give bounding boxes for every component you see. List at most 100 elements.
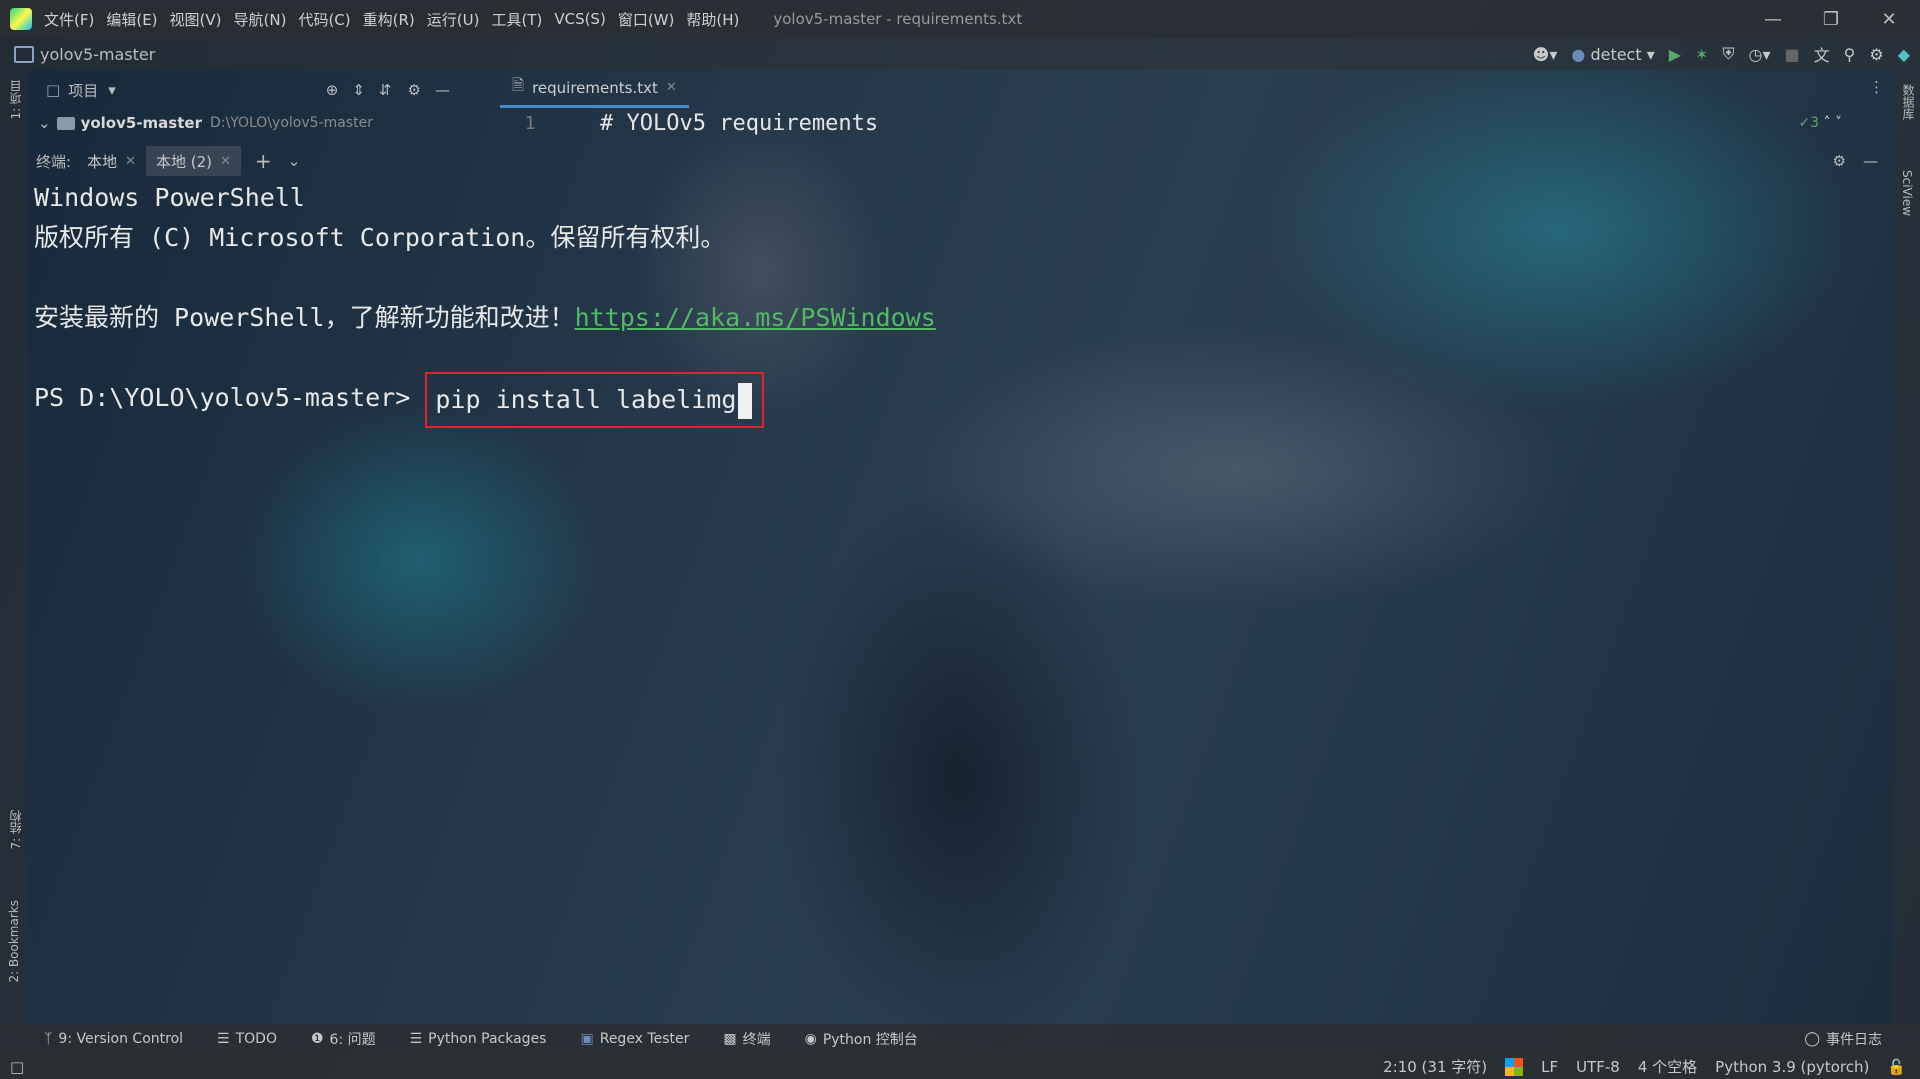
minimize-button[interactable]: — bbox=[1744, 0, 1802, 38]
line-separator[interactable]: LF bbox=[1541, 1058, 1558, 1076]
info-icon: ❶ bbox=[310, 1031, 324, 1047]
branch-icon: ᛉ bbox=[44, 1031, 53, 1047]
stop-icon[interactable]: ■ bbox=[1784, 45, 1799, 64]
close-tab-icon[interactable]: ✕ bbox=[220, 154, 231, 169]
hide-terminal-icon[interactable]: — bbox=[1863, 152, 1878, 170]
user-icon[interactable]: ☻▾ bbox=[1533, 45, 1558, 64]
close-window-button[interactable]: ✕ bbox=[1860, 0, 1918, 38]
terminal-line-install-hint: 安装最新的 PowerShell，了解新功能和改进！https://aka.ms… bbox=[34, 298, 1884, 338]
terminal-title: 终端: bbox=[36, 152, 72, 171]
menu-code[interactable]: 代码(C) bbox=[298, 9, 350, 30]
editor-tab-bar: 🗎 requirements.txt ✕ ⋮ bbox=[500, 71, 1892, 108]
new-terminal-tab-icon[interactable]: + bbox=[255, 149, 272, 173]
inspection-count: 3 bbox=[1810, 115, 1820, 131]
file-encoding[interactable]: UTF-8 bbox=[1576, 1058, 1620, 1076]
search-icon[interactable]: ⚲ bbox=[1844, 45, 1856, 64]
menu-run[interactable]: 运行(U) bbox=[427, 9, 480, 30]
coverage-icon[interactable]: ⛨ bbox=[1722, 44, 1734, 64]
chevron-down-icon[interactable]: ⌄ bbox=[288, 152, 301, 170]
terminal-line: 版权所有 (C) Microsoft Corporation。保留所有权利。 bbox=[34, 223, 726, 252]
terminal-tab-local[interactable]: 本地 ✕ bbox=[77, 146, 146, 176]
database-tool-tab[interactable]: 数据库 bbox=[1900, 84, 1917, 120]
project-view-icon: □ bbox=[46, 81, 61, 99]
terminal-line: Windows PowerShell bbox=[34, 183, 305, 212]
expand-all-icon[interactable]: ⇕ bbox=[352, 81, 365, 99]
breadcrumb[interactable]: yolov5-master bbox=[40, 45, 155, 64]
expand-arrow-icon[interactable]: ⌄ bbox=[38, 114, 51, 132]
menu-help[interactable]: 帮助(H) bbox=[686, 9, 739, 30]
project-tree-root[interactable]: ⌄ yolov5-master D:\YOLO\yolov5-master bbox=[28, 108, 498, 138]
debug-icon[interactable]: ✶ bbox=[1695, 45, 1708, 64]
tool-label: Regex Tester bbox=[599, 1031, 690, 1047]
tool-label: Python Packages bbox=[428, 1031, 547, 1047]
menu-file[interactable]: 文件(F) bbox=[44, 9, 94, 30]
menu-navigate[interactable]: 导航(N) bbox=[234, 9, 287, 30]
project-root-path: D:\YOLO\yolov5-master bbox=[209, 115, 373, 131]
menu-view[interactable]: 视图(V) bbox=[170, 9, 222, 30]
translate-icon[interactable]: 文 bbox=[1814, 42, 1830, 66]
project-window-icon bbox=[14, 45, 34, 63]
collapse-all-icon[interactable]: ⇵ bbox=[379, 81, 392, 99]
locate-icon[interactable]: ⊕ bbox=[326, 81, 339, 99]
run-configuration-select[interactable]: ● detect ▾ bbox=[1571, 45, 1654, 64]
editor-code-line[interactable]: 1 # YOLOv5 requirements ✓3 ˄ ˅ bbox=[500, 106, 1892, 140]
menu-tools[interactable]: 工具(T) bbox=[491, 9, 542, 30]
tool-version-control[interactable]: ᛉ 9: Version Control bbox=[44, 1031, 183, 1047]
list-icon: ☰ bbox=[217, 1031, 230, 1047]
tool-terminal[interactable]: ▩ 终端 bbox=[723, 1029, 770, 1049]
tool-python-packages[interactable]: ☰ Python Packages bbox=[410, 1031, 547, 1047]
toggle-tool-windows-icon[interactable]: □ bbox=[10, 1058, 24, 1076]
lock-icon[interactable]: 🔓 bbox=[1887, 1058, 1906, 1076]
restore-button[interactable]: ❐ bbox=[1802, 0, 1860, 38]
tool-todo[interactable]: ☰ TODO bbox=[217, 1031, 277, 1047]
tool-problems[interactable]: ❶ 6: 问题 bbox=[311, 1029, 376, 1049]
tool-regex-tester[interactable]: ▣ Regex Tester bbox=[580, 1031, 689, 1047]
bottom-tool-window-bar: ᛉ 9: Version Control ☰ TODO ❶ 6: 问题 ☰ Python… bbox=[0, 1024, 1920, 1054]
tool-event-log[interactable]: ◯ 事件日志 bbox=[1804, 1029, 1882, 1049]
terminal-settings-icon[interactable]: ⚙ bbox=[1833, 152, 1846, 170]
python-icon: ● bbox=[1571, 44, 1586, 64]
profile-icon[interactable]: ◷▾ bbox=[1748, 45, 1770, 64]
indent-setting[interactable]: 4 个空格 bbox=[1638, 1056, 1697, 1077]
project-root-name: yolov5-master bbox=[80, 114, 202, 132]
close-tab-icon[interactable]: ✕ bbox=[125, 154, 136, 169]
pycharm-logo-icon bbox=[10, 8, 32, 30]
plugin-icon[interactable]: ◆ bbox=[1898, 45, 1910, 64]
right-tool-strip: 数据库 SciView bbox=[1892, 70, 1920, 1026]
more-options-icon[interactable]: ⋮ bbox=[1869, 78, 1884, 96]
project-panel-header: □ 项目 ▾ ⊕ ⇕ ⇵ ⚙ — bbox=[28, 72, 498, 108]
cursor-position[interactable]: 2:10 (31 字符) bbox=[1383, 1056, 1487, 1077]
panel-settings-icon[interactable]: ⚙ bbox=[407, 81, 420, 99]
terminal-prompt-line[interactable]: PS D:\YOLO\yolov5-master> pip install la… bbox=[34, 372, 1884, 428]
terminal-tab-label: 本地 bbox=[87, 152, 118, 171]
structure-tool-tab[interactable]: 7: 结构 bbox=[7, 810, 24, 850]
regex-icon: ▣ bbox=[580, 1031, 594, 1047]
hide-panel-icon[interactable]: — bbox=[435, 81, 450, 99]
menu-vcs[interactable]: VCS(S) bbox=[554, 10, 605, 28]
menu-edit[interactable]: 编辑(E) bbox=[106, 9, 157, 30]
layers-icon: ☰ bbox=[409, 1031, 423, 1047]
menu-window[interactable]: 窗口(W) bbox=[618, 9, 675, 30]
project-tool-tab[interactable]: 1: 项目 bbox=[7, 80, 24, 120]
sciview-tool-tab[interactable]: SciView bbox=[1900, 170, 1914, 216]
settings-gear-icon[interactable]: ⚙ bbox=[1869, 45, 1883, 64]
tool-label: 9: Version Control bbox=[58, 1031, 184, 1047]
bookmarks-tool-tab[interactable]: 2: Bookmarks bbox=[7, 900, 21, 983]
chevron-down-icon[interactable]: ▾ bbox=[108, 81, 116, 99]
terminal-output[interactable]: Windows PowerShell 版权所有 (C) Microsoft Co… bbox=[34, 178, 1884, 428]
inspection-widget[interactable]: ✓3 ˄ ˅ bbox=[1798, 115, 1842, 131]
project-view-select[interactable]: 项目 bbox=[68, 80, 98, 101]
run-icon[interactable]: ▶ bbox=[1669, 45, 1681, 64]
powershell-link[interactable]: https://aka.ms/PSWindows bbox=[575, 303, 936, 332]
python-interpreter[interactable]: Python 3.9 (pytorch) bbox=[1715, 1058, 1869, 1076]
tab-requirements-txt[interactable]: 🗎 requirements.txt ✕ bbox=[500, 71, 689, 108]
text-cursor bbox=[738, 383, 753, 419]
menu-refactor[interactable]: 重构(R) bbox=[363, 9, 415, 30]
event-log-icon: ◯ bbox=[1804, 1031, 1820, 1047]
terminal-tab-local-2[interactable]: 本地 (2) ✕ bbox=[145, 146, 241, 176]
close-tab-icon[interactable]: ✕ bbox=[666, 80, 677, 95]
tool-label: 6: 问题 bbox=[329, 1032, 376, 1048]
command-text: pip install labelimg bbox=[435, 385, 737, 414]
tool-python-console[interactable]: ◉ Python 控制台 bbox=[805, 1029, 918, 1049]
